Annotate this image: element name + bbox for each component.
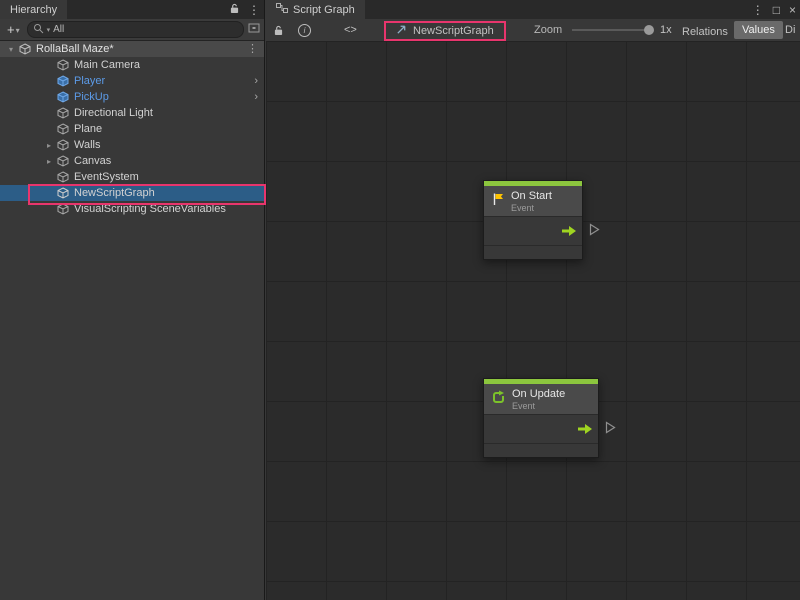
node-title: On Start [511,190,552,203]
scene-row[interactable]: ▾ RollaBall Maze* ⋮ [0,41,264,57]
search-icon [33,21,44,39]
graph-toolbar: i <> NewScriptGraph Zoom 1x Relations Va… [266,19,800,42]
zoom-value: 1x [660,19,672,41]
output-port-arrow-icon[interactable] [561,225,577,237]
prefab-icon [56,91,70,103]
output-port-arrow-icon[interactable] [577,423,593,435]
hierarchy-panel: Hierarchy ⋮ + ▾ ▾ All ▾ [0,0,265,600]
tab-hierarchy[interactable]: Hierarchy [0,0,67,19]
values-toggle[interactable]: Values [734,21,783,39]
gameobject-icon [56,187,70,199]
graph-tab-label: Script Graph [293,4,355,16]
hierarchy-item-plane[interactable]: Plane [0,121,264,137]
loop-icon [491,390,506,409]
node-subtitle: Event [511,203,552,213]
hierarchy-item-scenevariables[interactable]: VisualScripting SceneVariables [0,201,264,217]
search-filter-caret[interactable]: ▾ [47,26,51,34]
hierarchy-item-canvas[interactable]: ▸ Canvas [0,153,264,169]
create-object-button[interactable]: + ▾ [4,22,23,37]
close-icon[interactable]: × [789,4,796,16]
dim-toggle[interactable]: Di [785,19,795,41]
scene-menu-icon[interactable]: ⋮ [247,44,258,55]
zoom-label: Zoom [534,19,562,41]
hierarchy-toolbar: + ▾ ▾ All [0,19,264,41]
script-graph-tab-icon [276,3,288,16]
graph-title-annotation: NewScriptGraph [384,21,506,41]
hierarchy-item-main-camera[interactable]: Main Camera [0,57,264,73]
graph-canvas[interactable]: On Start Event On Update [266,41,800,600]
gameobject-icon [56,203,70,215]
hierarchy-menu-icon[interactable]: ⋮ [248,4,260,16]
unity-scene-icon [18,43,32,55]
lock-icon[interactable] [230,3,239,17]
gameobject-icon [56,59,70,71]
gameobject-icon [56,139,70,151]
node-on-update[interactable]: On Update Event [483,378,599,458]
maximize-icon[interactable]: □ [773,4,780,16]
disclosure-open-icon[interactable]: ▾ [4,45,18,54]
gameobject-icon [56,107,70,119]
prefab-enter-chevron[interactable]: › [254,92,258,103]
hierarchy-item-walls[interactable]: ▸ Walls [0,137,264,153]
zoom-slider-knob[interactable] [644,25,654,35]
node-on-start[interactable]: On Start Event [483,180,583,260]
hierarchy-item-pickup[interactable]: PickUp › [0,89,264,105]
hierarchy-item-directional-light[interactable]: Directional Light [0,105,264,121]
hierarchy-tabstrip: Hierarchy ⋮ [0,0,264,20]
hierarchy-item-newscriptgraph[interactable]: NewScriptGraph [0,185,264,201]
graph-info-icon[interactable]: i [298,19,311,41]
scene-name: RollaBall Maze* [36,43,114,55]
disclosure-closed-icon[interactable]: ▸ [42,157,56,166]
tab-script-graph[interactable]: Script Graph [266,0,365,19]
graph-menu-icon[interactable]: ⋮ [752,4,764,16]
graph-tabstrip: Script Graph ⋮ □ × [266,0,800,20]
search-value: All [53,24,64,35]
disclosure-closed-icon[interactable]: ▸ [42,141,56,150]
flag-icon [491,192,505,211]
hierarchy-item-player[interactable]: Player › [0,73,264,89]
gameobject-icon [56,123,70,135]
prefab-icon [56,75,70,87]
connection-triangle-icon[interactable] [605,421,616,434]
hierarchy-item-eventsystem[interactable]: EventSystem [0,169,264,185]
search-picker-icon[interactable] [248,21,260,39]
node-title: On Update [512,388,565,401]
graph-title[interactable]: NewScriptGraph [413,25,494,37]
zoom-slider[interactable] [572,19,652,41]
graph-lock-icon[interactable] [274,19,283,41]
script-graph-panel: Script Graph ⋮ □ × i <> NewScriptGraph Z… [266,0,800,600]
hierarchy-tab-label: Hierarchy [10,4,57,16]
hierarchy-tree: ▾ RollaBall Maze* ⋮ Main Camera Player › [0,41,264,600]
create-dropdown-caret: ▾ [16,26,20,35]
script-graph-asset-icon [396,24,407,38]
prefab-enter-chevron[interactable]: › [254,76,258,87]
gameobject-icon [56,171,70,183]
node-subtitle: Event [512,401,565,411]
connection-triangle-icon[interactable] [589,223,600,236]
code-view-icon[interactable]: <> [344,19,357,41]
hierarchy-search-input[interactable]: ▾ All [27,21,244,38]
gameobject-icon [56,155,70,167]
